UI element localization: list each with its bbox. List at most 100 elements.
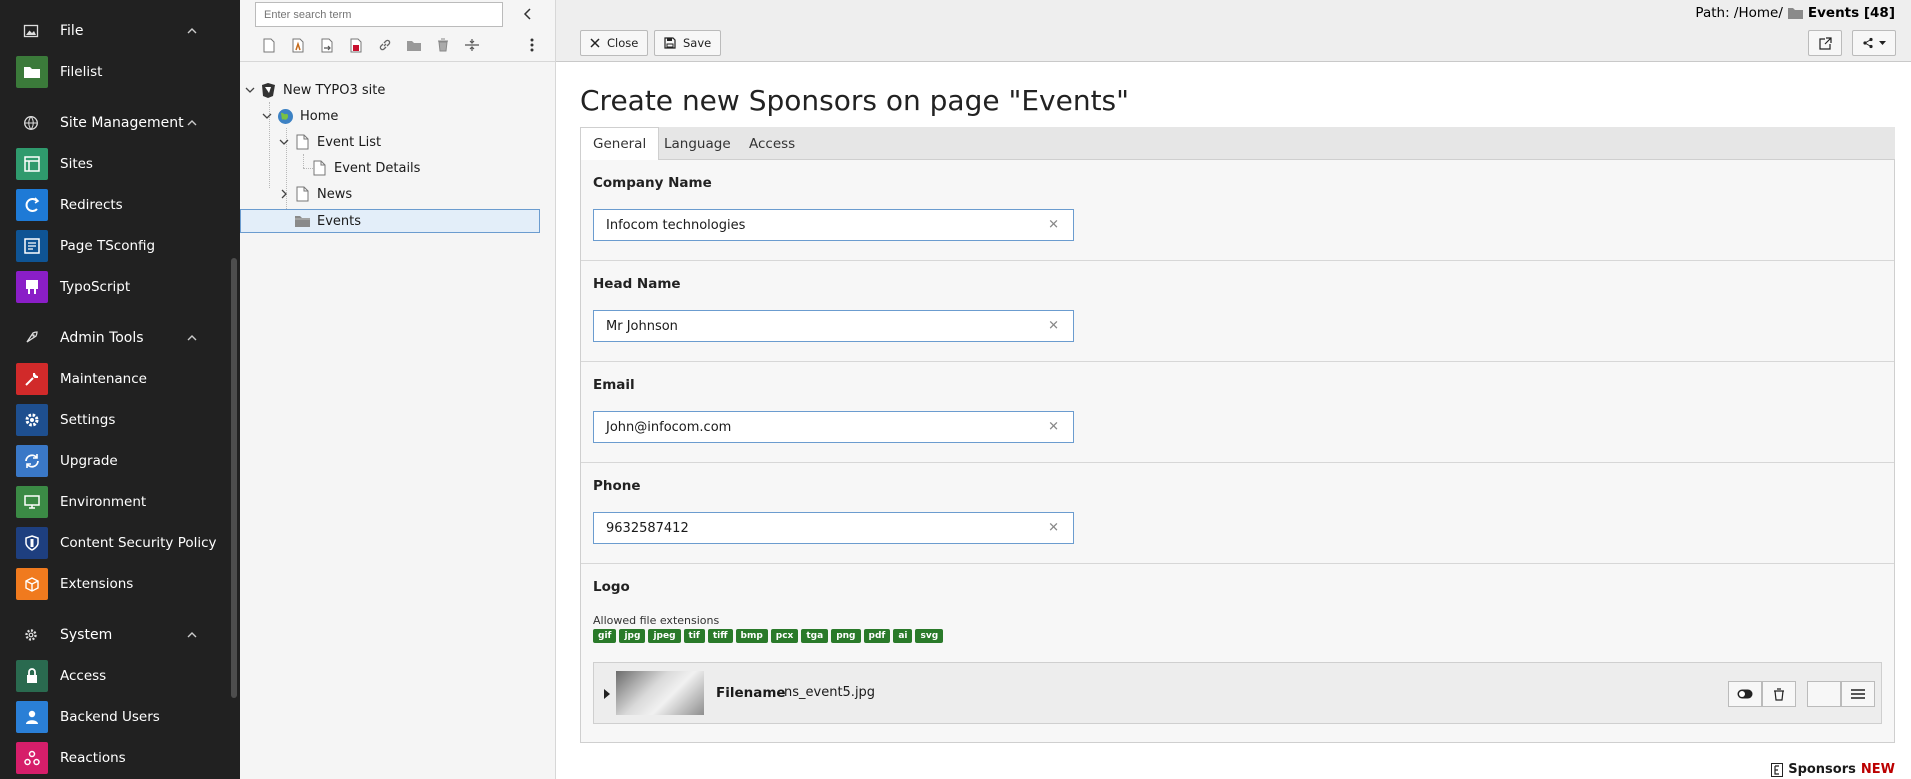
email-input[interactable]: John@infocom.com ✕ — [593, 411, 1074, 443]
menu-item-redirects[interactable]: Redirects — [0, 184, 240, 225]
extension-badge: ai — [893, 629, 913, 643]
caret-right-icon[interactable] — [604, 689, 610, 699]
tree-node-news[interactable]: News — [278, 182, 352, 206]
link-icon[interactable] — [370, 34, 399, 56]
chevron-up-icon — [187, 119, 197, 125]
open-new-window-button[interactable] — [1808, 30, 1842, 56]
phone-input[interactable]: 9632587412 ✕ — [593, 512, 1074, 544]
menu-item-label: Access — [60, 667, 107, 684]
tree-node-event-list[interactable]: Event List — [278, 130, 381, 154]
menu-item-extensions[interactable]: Extensions — [0, 563, 240, 604]
field-head-name: Head Name Mr Johnson ✕ — [581, 261, 1894, 362]
menu-item-maintenance[interactable]: Maintenance — [0, 358, 240, 399]
form-tabs: General Language Access — [580, 127, 1895, 161]
extension-badge: pcx — [770, 629, 799, 643]
tab-language[interactable]: Language — [652, 127, 743, 160]
chevron-right-icon[interactable] — [278, 188, 290, 200]
chevron-up-icon — [187, 27, 197, 33]
clear-icon[interactable]: ✕ — [1048, 420, 1059, 435]
typo3-site-icon — [260, 82, 277, 99]
menu-item-environment[interactable]: Environment — [0, 481, 240, 522]
chevron-down-icon[interactable] — [261, 110, 273, 122]
tab-general[interactable]: General — [580, 127, 660, 161]
new-shortcut-page-icon[interactable] — [312, 34, 341, 56]
new-page-icon[interactable] — [254, 34, 283, 56]
chevron-left-icon[interactable] — [520, 6, 536, 22]
extension-badge: gif — [593, 629, 617, 643]
wrench-icon — [16, 362, 48, 395]
menu-group-file[interactable]: File — [0, 10, 240, 51]
field-company-name: Company Name Infocom technologies ✕ — [581, 160, 1894, 261]
folder-icon[interactable] — [399, 34, 428, 56]
menu-item-filelist[interactable]: Filelist — [0, 51, 240, 92]
menu-item-sites[interactable]: Sites — [0, 143, 240, 184]
menu-item-reactions[interactable]: Reactions — [0, 737, 240, 778]
module-menu-scrollbar[interactable] — [231, 258, 237, 698]
image-icon — [23, 24, 39, 37]
menu-item-settings[interactable]: Settings — [0, 399, 240, 440]
menu-item-upgrade[interactable]: Upgrade — [0, 440, 240, 481]
close-icon — [590, 38, 600, 48]
extension-badge: tiff — [707, 629, 733, 643]
menu-group-site-management[interactable]: Site Management — [0, 102, 240, 143]
trash-icon — [1774, 687, 1784, 701]
menu-item-content-security-policy[interactable]: Content Security Policy — [0, 522, 240, 563]
share-dropdown-button[interactable] — [1852, 30, 1896, 56]
new-link-page-icon[interactable] — [341, 34, 370, 56]
page-icon — [294, 134, 311, 151]
menu-item-access[interactable]: Access — [0, 655, 240, 696]
menu-item-backend-users[interactable]: Backend Users — [0, 696, 240, 737]
input-value: Infocom technologies — [606, 217, 746, 233]
save-icon — [664, 37, 676, 49]
menu-icon — [1851, 689, 1865, 699]
input-value: 9632587412 — [606, 520, 689, 536]
new-special-page-icon[interactable] — [283, 34, 312, 56]
tab-access[interactable]: Access — [737, 127, 807, 160]
head-name-input[interactable]: Mr Johnson ✕ — [593, 310, 1074, 342]
menu-item-label: Content Security Policy — [60, 534, 217, 551]
menu-item-label: Sites — [60, 155, 93, 172]
tree-search-input[interactable] — [255, 2, 503, 27]
tree-node-event-details[interactable]: Event Details — [311, 156, 420, 180]
field-phone: Phone 9632587412 ✕ — [581, 463, 1894, 564]
menu-item-page-tsconfig[interactable]: Page TSconfig — [0, 225, 240, 266]
toggle-visibility-button[interactable] — [1728, 681, 1762, 707]
separator-icon[interactable] — [457, 34, 486, 56]
blank-button[interactable] — [1807, 681, 1841, 707]
field-label: Head Name — [593, 276, 681, 292]
save-button[interactable]: Save — [654, 30, 722, 56]
page-icon — [311, 160, 328, 177]
share-icon — [1863, 37, 1873, 49]
menu-item-label: Environment — [60, 493, 147, 510]
chevron-down-icon[interactable] — [244, 84, 256, 96]
chevron-up-icon — [187, 334, 197, 340]
more-options-icon[interactable] — [524, 36, 540, 54]
extension-badge: tga — [801, 629, 829, 643]
tree-node-events[interactable]: Events — [294, 209, 361, 233]
field-email: Email John@infocom.com ✕ — [581, 362, 1894, 463]
menu-item-typoscript[interactable]: TypoScript — [0, 266, 240, 307]
delete-button[interactable] — [1762, 681, 1796, 707]
clear-icon[interactable]: ✕ — [1048, 521, 1059, 536]
extension-badge: jpeg — [648, 629, 681, 643]
extension-badge: png — [831, 629, 861, 643]
menu-group-system[interactable]: System — [0, 614, 240, 655]
chevron-down-icon[interactable] — [278, 136, 290, 148]
tree-toolbar — [254, 34, 486, 56]
company-name-input[interactable]: Infocom technologies ✕ — [593, 209, 1074, 241]
drag-handle-button[interactable] — [1841, 681, 1875, 707]
tree-node-label: News — [317, 186, 353, 202]
file-reference: Filename ns_event5.jpg — [593, 662, 1882, 724]
clear-icon[interactable]: ✕ — [1048, 218, 1059, 233]
tree-node-home[interactable]: Home — [261, 104, 338, 128]
clear-icon[interactable]: ✕ — [1048, 319, 1059, 334]
close-button[interactable]: Close — [580, 30, 649, 56]
page-icon — [294, 186, 311, 203]
module-menu: File Filelist Site Management Sites Redi… — [0, 0, 240, 779]
refresh-icon — [16, 444, 48, 477]
tree-node-root[interactable]: New TYPO3 site — [244, 78, 385, 102]
menu-group-label: Admin Tools — [60, 329, 144, 346]
trash-icon[interactable] — [428, 34, 457, 56]
menu-group-admin-tools[interactable]: Admin Tools — [0, 317, 240, 358]
doc-header: Close Save Path: /Home/ Events [48] — [556, 0, 1911, 62]
